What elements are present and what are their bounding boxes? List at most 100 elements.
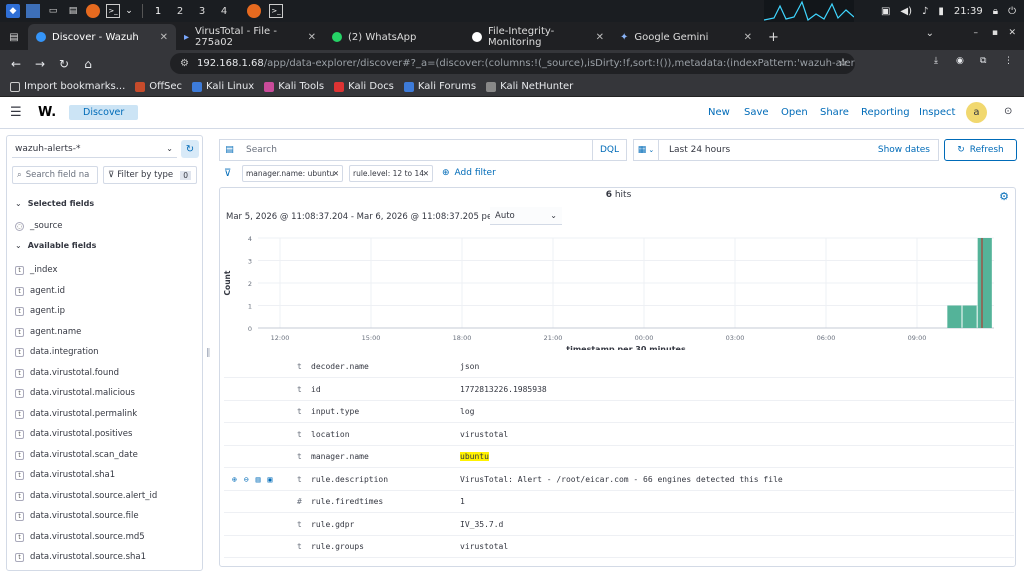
available-fields-header[interactable]: ⌄ Available fields: [15, 241, 96, 250]
close-icon[interactable]: ✕: [333, 169, 339, 178]
workspace-3[interactable]: 3: [193, 6, 211, 17]
sidebar-resize-handle[interactable]: ‖: [206, 348, 211, 358]
menu-share[interactable]: Share: [820, 107, 849, 118]
menu-icon[interactable]: ⋮: [1004, 56, 1013, 66]
close-icon[interactable]: ✕: [744, 32, 752, 43]
field-item[interactable]: t agent.ip: [15, 304, 65, 318]
bookmark-kali-tools[interactable]: Kali Tools: [264, 81, 324, 92]
chevron-down-icon[interactable]: ⌄: [122, 4, 136, 18]
filter-by-type-button[interactable]: ⊽ Filter by type 0: [103, 166, 197, 184]
index-pattern-sync-button[interactable]: ↻: [181, 140, 199, 158]
doc-field-row[interactable]: t rule.groups virustotal: [224, 536, 1014, 558]
field-item[interactable]: t data.virustotal.permalink: [15, 407, 137, 421]
time-range-display[interactable]: Last 24 hours Show dates: [659, 139, 939, 161]
forward-icon[interactable]: →: [28, 57, 52, 71]
histogram-chart[interactable]: 0 1 2 3 4 12:00 15:00 18:00 21:00 00:00 03:00 06:00…: [220, 230, 1017, 350]
battery-icon[interactable]: ▮: [938, 6, 944, 17]
toggle-column-icon[interactable]: ▥: [256, 475, 261, 484]
doc-field-row[interactable]: # rule.firedtimes 1: [224, 491, 1014, 513]
zoom-out-icon[interactable]: ⊖: [244, 475, 249, 484]
site-info-icon[interactable]: ⚙: [180, 58, 189, 69]
extensions-icon[interactable]: ⧉: [980, 56, 986, 66]
home-icon[interactable]: ⌂: [76, 57, 100, 71]
workspace-1[interactable]: 1: [149, 6, 167, 17]
close-icon[interactable]: ✕: [160, 32, 168, 43]
field-item[interactable]: t data.virustotal.source.alert_id: [15, 489, 157, 503]
bell-icon[interactable]: ♪: [922, 6, 928, 17]
firefox-icon[interactable]: [86, 4, 100, 18]
filter-options-icon[interactable]: ⊽: [224, 168, 231, 179]
menu-open[interactable]: Open: [781, 107, 808, 118]
download-icon[interactable]: ⤓: [934, 56, 938, 66]
doc-field-row[interactable]: t id 1772813226.1985938: [224, 379, 1014, 401]
field-item[interactable]: t data.virustotal.source.file: [15, 509, 139, 523]
editor-icon[interactable]: ▤: [66, 4, 80, 18]
maximize-icon[interactable]: ▪: [992, 28, 998, 38]
terminal-window-icon[interactable]: >_: [269, 4, 283, 18]
tab-search-icon[interactable]: ▤: [0, 24, 28, 50]
desktop-icon[interactable]: [26, 4, 40, 18]
bookmark-kali-forums[interactable]: Kali Forums: [403, 81, 476, 92]
doc-field-row[interactable]: ⊕ ⊖ ▥ ▣ t rule.description VirusTotal: Alert -…: [224, 469, 1014, 491]
tab-gemini[interactable]: ✦ Google Gemini ✕: [612, 24, 760, 50]
search-query-input[interactable]: Search: [239, 139, 593, 161]
field-item[interactable]: t data.virustotal.sha1: [15, 468, 115, 482]
interval-select[interactable]: Auto ⌄: [490, 207, 562, 225]
kali-menu-icon[interactable]: ◆: [6, 4, 20, 18]
workspace-2[interactable]: 2: [171, 6, 189, 17]
selected-fields-header[interactable]: ⌄ Selected fields: [15, 199, 94, 208]
workspace-4[interactable]: 4: [215, 6, 233, 17]
bookmark-star-icon[interactable]: ☆: [838, 56, 848, 69]
folder-icon[interactable]: ▭: [46, 4, 60, 18]
refresh-button[interactable]: ↻ Refresh: [944, 139, 1017, 161]
lock-icon[interactable]: 🔒︎: [993, 6, 998, 17]
breadcrumb[interactable]: Discover: [69, 105, 139, 120]
field-item[interactable]: t data.virustotal.source.md5: [15, 530, 145, 544]
address-bar[interactable]: ⚙ 192.168.1.68/app/data-explorer/discove…: [170, 53, 855, 74]
bookmark-import[interactable]: Import bookmarks...: [10, 81, 125, 92]
field-item[interactable]: t data.integration: [15, 345, 99, 359]
field-item[interactable]: t data.virustotal.positives: [15, 427, 132, 441]
bookmark-kali-docs[interactable]: Kali Docs: [334, 81, 394, 92]
doc-field-row[interactable]: t location virustotal: [224, 424, 1014, 446]
bookmark-offsec[interactable]: OffSec: [135, 81, 182, 92]
close-icon[interactable]: ✕: [308, 32, 316, 43]
doc-field-row[interactable]: t input.type log: [224, 401, 1014, 423]
field-item[interactable]: t data.virustotal.found: [15, 366, 119, 380]
new-tab-button[interactable]: +: [768, 24, 779, 50]
date-quick-menu-button[interactable]: ▦ ⌄: [633, 139, 659, 161]
minimize-icon[interactable]: –: [974, 28, 979, 38]
field-item[interactable]: t data.virustotal.source.sha1: [15, 550, 146, 564]
field-item[interactable]: t agent.id: [15, 284, 65, 298]
selected-field-source[interactable]: ◌ _source: [15, 219, 62, 233]
tab-virustotal[interactable]: ▸ VirusTotal - File - 275a02 ✕: [176, 24, 324, 50]
bookmark-kali-linux[interactable]: Kali Linux: [192, 81, 254, 92]
window-close-icon[interactable]: ✕: [1008, 28, 1016, 38]
field-item[interactable]: t agent.name: [15, 325, 81, 339]
show-dates-link[interactable]: Show dates: [878, 145, 930, 155]
hamburger-menu-icon[interactable]: ☰: [10, 105, 22, 120]
help-icon[interactable]: ⊙: [1004, 106, 1012, 117]
bookmark-kali-nethunter[interactable]: Kali NetHunter: [486, 81, 573, 92]
doc-field-row[interactable]: t decoder.name json: [224, 356, 1014, 378]
doc-field-row[interactable]: t manager.name ubuntu: [224, 446, 1014, 468]
filter-pill-rule-level[interactable]: rule.level: 12 to 14 ✕: [349, 165, 433, 182]
add-filter-button[interactable]: ⊕ Add filter: [442, 168, 496, 178]
tab-whatsapp[interactable]: (2) WhatsApp: [324, 24, 464, 50]
index-pattern-select[interactable]: wazuh-alerts-* ⌄: [12, 140, 177, 158]
zoom-in-icon[interactable]: ⊕: [232, 475, 237, 484]
gear-icon[interactable]: ⚙: [999, 190, 1009, 203]
avatar[interactable]: a: [966, 102, 987, 123]
tab-file-integrity[interactable]: File-Integrity-Monitoring ✕: [464, 24, 612, 50]
tab-discover-wazuh[interactable]: Discover - Wazuh ✕: [28, 24, 176, 50]
close-icon[interactable]: ✕: [423, 169, 429, 178]
query-language-button[interactable]: DQL: [593, 139, 627, 161]
saved-query-button[interactable]: ▤: [219, 139, 239, 161]
power-icon[interactable]: ⏻: [1008, 6, 1016, 17]
firefox-window-icon[interactable]: [247, 4, 261, 18]
back-icon[interactable]: ←: [4, 57, 28, 71]
volume-icon[interactable]: ◀): [900, 6, 912, 17]
terminal-icon[interactable]: >_: [106, 4, 120, 18]
doc-field-row[interactable]: t rule.gdpr IV_35.7.d: [224, 514, 1014, 536]
window-icon[interactable]: ▣: [881, 6, 890, 17]
